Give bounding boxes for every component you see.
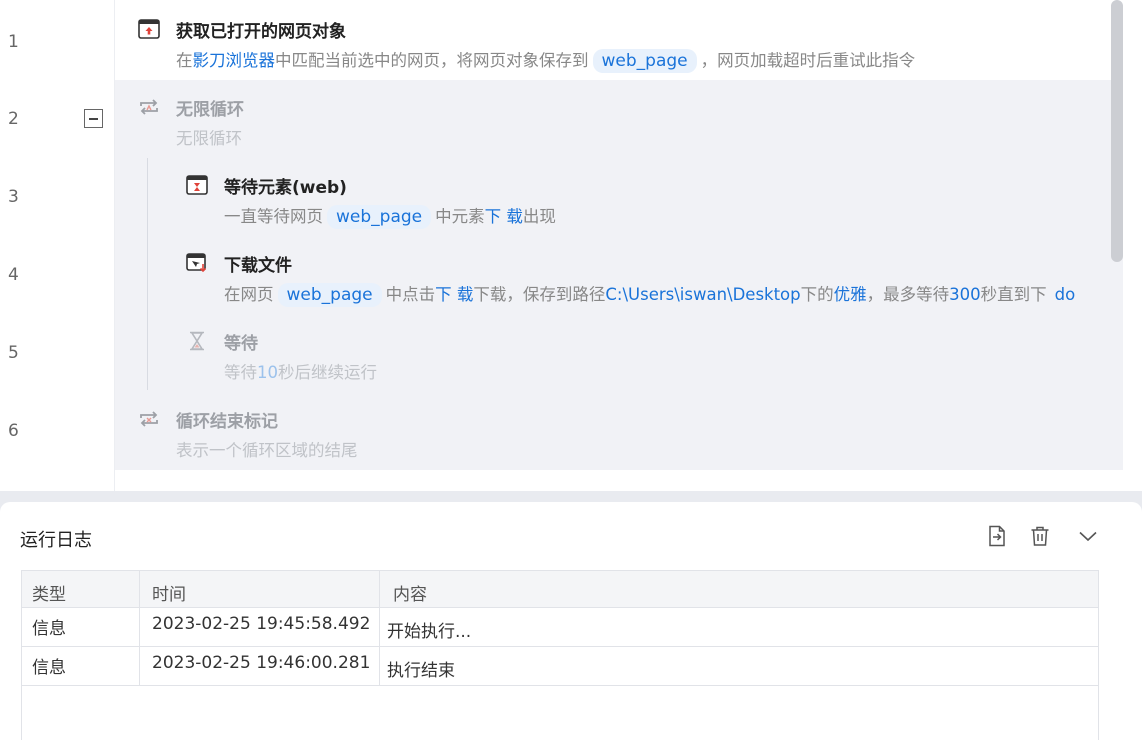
desc-text: 中点击 <box>385 285 436 304</box>
line-number-4: 4 <box>8 265 19 285</box>
step-title: 下载文件 <box>224 256 292 276</box>
folder-value: 优雅 <box>833 285 867 304</box>
desc-text: 在 <box>176 51 193 70</box>
panel-title: 运行日志 <box>20 530 92 551</box>
desc-overflow-text: do <box>1054 285 1076 304</box>
desc-text: 一直等待网页 <box>224 207 323 226</box>
step-title: 等待元素(web) <box>224 178 347 198</box>
timeout-value: 300 <box>949 285 981 304</box>
element-link[interactable]: 下 载 <box>435 285 473 304</box>
desc-text: 在网页 <box>224 285 274 304</box>
vertical-scrollbar[interactable] <box>1111 0 1123 262</box>
run-log-panel: 运行日志 类型 时间 内容 信息 2023-02-25 19:45:58.492… <box>0 502 1142 740</box>
trash-icon[interactable] <box>1028 524 1052 548</box>
row-content: 开始执行... <box>387 622 472 642</box>
row-type: 信息 <box>32 619 66 639</box>
variable-chip[interactable]: web_page <box>592 49 697 73</box>
step-description: 在影刀浏览器中匹配当前选中的网页，将网页对象保存到 web_page ，网页加载超时… <box>176 47 915 73</box>
line-number-2: 2 <box>8 109 19 129</box>
step-title: 等待 <box>224 334 258 354</box>
step-description: 在网页 web_page 中点击下 载下载，保存到路径C:\Users\iswan\… <box>224 281 1075 307</box>
desc-text: 中匹配当前选中的网页，将网页对象保存到 <box>275 51 589 70</box>
step-title: 循环结束标记 <box>176 412 278 432</box>
line-number-3: 3 <box>8 187 19 207</box>
row-type: 信息 <box>32 658 66 678</box>
step-title: 无限循环 <box>176 100 244 120</box>
line-number-5: 5 <box>8 343 19 363</box>
line-gutter: 1 2 3 4 5 6 <box>0 0 115 491</box>
desc-text: ，最多等待 <box>866 285 950 304</box>
flow-editor: 1 2 3 4 5 6 获取已打开的网页对象 在影刀浏览器中匹配当前选中的网页，… <box>0 0 1142 491</box>
line-number-6: 6 <box>8 421 19 441</box>
step-description: 等待10秒后继续运行 <box>224 359 377 383</box>
column-divider <box>139 571 140 686</box>
log-table: 类型 时间 内容 信息 2023-02-25 19:45:58.492 开始执行… <box>21 570 1099 740</box>
column-header-type[interactable]: 类型 <box>32 580 66 605</box>
table-row[interactable]: 信息 2023-02-25 19:46:00.281 执行结束 <box>22 647 1098 686</box>
desc-text: ，网页加载超时后重试此指令 <box>700 51 916 70</box>
browser-page-icon <box>138 19 160 39</box>
step-description: 无限循环 <box>176 129 242 148</box>
download-file-icon <box>186 253 207 273</box>
row-time: 2023-02-25 19:46:00.281 <box>152 653 371 673</box>
desc-text: 中元素 <box>435 207 485 226</box>
column-header-time[interactable]: 时间 <box>152 580 186 605</box>
row-time: 2023-02-25 19:45:58.492 <box>152 614 371 634</box>
empty-line[interactable] <box>115 470 1123 491</box>
collapse-loop-button[interactable] <box>84 109 103 128</box>
step-title: 获取已打开的网页对象 <box>176 22 346 42</box>
desc-highlight: 影刀浏览器 <box>192 51 276 70</box>
desc-text: 出现 <box>522 207 556 226</box>
desc-text: 秒后继续运行 <box>278 363 377 382</box>
row-content: 执行结束 <box>387 661 455 681</box>
step-description: 表示一个循环区域的结尾 <box>176 441 358 460</box>
path-value: C:\Users\iswan\Desktop <box>605 285 801 304</box>
column-header-content[interactable]: 内容 <box>393 580 427 605</box>
step-description: 一直等待网页 web_page 中元素下 载出现 <box>224 203 556 229</box>
wait-element-icon <box>186 175 208 195</box>
desc-text: 秒直到下 <box>980 285 1047 304</box>
chevron-down-icon[interactable] <box>1076 524 1100 548</box>
variable-chip[interactable]: web_page <box>327 205 432 229</box>
export-icon[interactable] <box>985 524 1009 548</box>
hourglass-icon <box>190 331 204 351</box>
element-link[interactable]: 下 载 <box>485 207 523 226</box>
loop-icon <box>140 99 158 115</box>
variable-chip[interactable]: web_page <box>277 283 382 307</box>
column-divider <box>379 571 380 686</box>
log-table-header: 类型 时间 内容 <box>22 571 1098 608</box>
loop-indent-guide <box>147 158 148 390</box>
desc-text: 下的 <box>800 285 834 304</box>
wait-seconds-value: 10 <box>257 363 278 382</box>
desc-text: 下载，保存到路径 <box>473 285 606 304</box>
table-row[interactable]: 信息 2023-02-25 19:45:58.492 开始执行... <box>22 608 1098 647</box>
line-number-1: 1 <box>8 32 19 52</box>
loop-end-icon <box>140 411 158 427</box>
desc-text: 等待 <box>224 363 257 382</box>
